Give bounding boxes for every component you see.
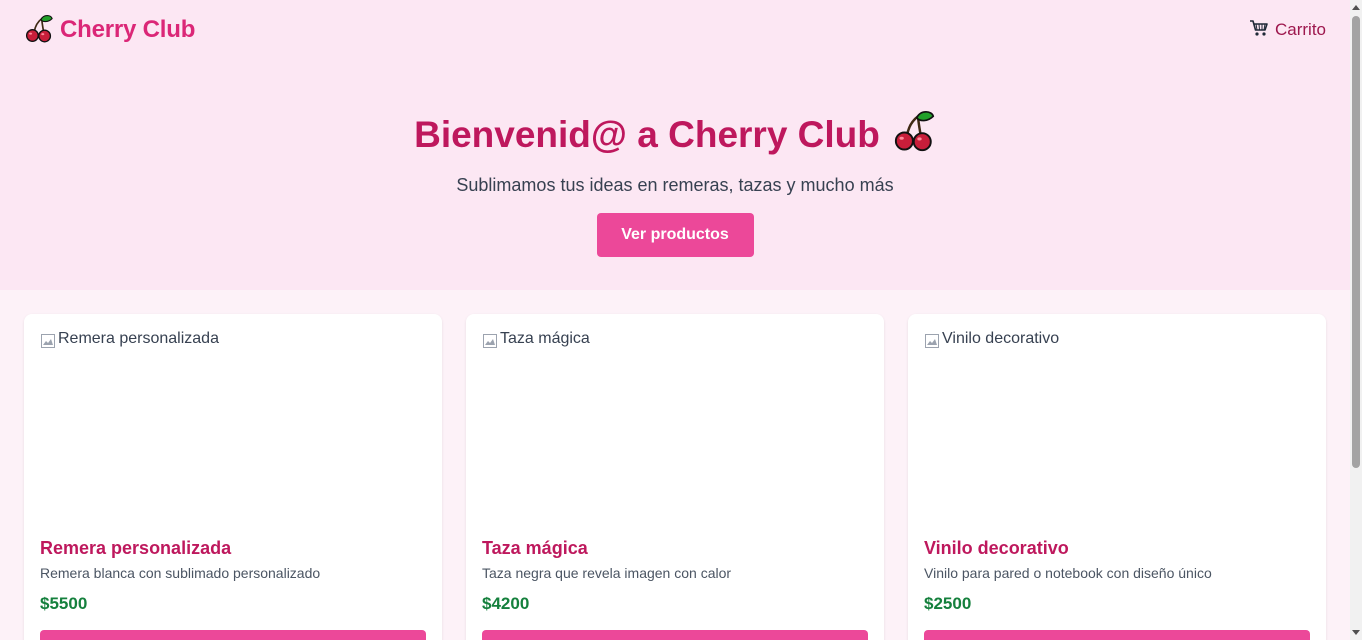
brand-logo[interactable]: Cherry Club [24, 13, 195, 48]
cherry-icon [24, 13, 54, 48]
product-name: Vinilo decorativo [924, 538, 1069, 558]
vertical-scrollbar[interactable] [1350, 0, 1362, 640]
product-image-alt: Remera personalizada [58, 330, 219, 347]
shopping-cart-icon [1249, 19, 1269, 42]
product-card: Vinilo decorativo Vinilo decorativo Vini… [908, 314, 1326, 640]
hero-section: Bienvenid@ a Cherry Club Sublimamos tus … [0, 60, 1350, 257]
broken-image-icon [925, 334, 939, 348]
site-header: Cherry Club Carrito [0, 0, 1350, 60]
product-description: Taza negra que revela imagen con calor [482, 565, 732, 581]
add-to-cart-button[interactable] [40, 630, 426, 640]
scroll-down-arrow-icon[interactable] [1350, 626, 1362, 640]
product-description: Vinilo para pared o notebook con diseño … [924, 565, 1212, 581]
scroll-up-arrow-icon[interactable] [1350, 0, 1362, 14]
view-products-button[interactable]: Ver productos [596, 213, 754, 257]
hero-subtitle: Sublimamos tus ideas en remeras, tazas y… [456, 175, 894, 195]
product-description: Remera blanca con sublimado personalizad… [40, 565, 321, 581]
product-image: Remera personalizada [40, 330, 426, 520]
add-to-cart-button[interactable] [482, 630, 868, 640]
product-image: Taza mágica [482, 330, 868, 520]
cart-link[interactable]: Carrito [1249, 19, 1326, 42]
top-section: Cherry Club Carrito Bienvenid@ a Cherry … [0, 0, 1350, 290]
product-grid: Remera personalizada Remera personalizad… [0, 290, 1350, 640]
hero-title-wrap: Bienvenid@ a Cherry Club [414, 108, 936, 161]
product-image-alt: Vinilo decorativo [942, 330, 1060, 347]
add-to-cart-button[interactable] [924, 630, 1310, 640]
cart-label: Carrito [1274, 20, 1326, 39]
product-card: Remera personalizada Remera personalizad… [24, 314, 442, 640]
broken-image-icon [483, 334, 497, 348]
brand-name: Cherry Club [60, 16, 196, 43]
product-card: Taza mágica Taza mágica Taza negra que r… [466, 314, 884, 640]
cherry-icon [892, 108, 936, 161]
product-name: Taza mágica [482, 538, 588, 558]
scrollbar-thumb[interactable] [1352, 16, 1360, 468]
page: Cherry Club Carrito Bienvenid@ a Cherry … [0, 0, 1350, 640]
broken-image-icon [41, 334, 55, 348]
product-image-alt: Taza mágica [500, 330, 590, 347]
product-name: Remera personalizada [40, 538, 232, 558]
product-price: $5500 [40, 594, 88, 613]
product-image: Vinilo decorativo [924, 330, 1310, 520]
product-price: $2500 [924, 594, 972, 613]
product-price: $4200 [482, 594, 530, 613]
hero-title: Bienvenid@ a Cherry Club [414, 113, 880, 155]
